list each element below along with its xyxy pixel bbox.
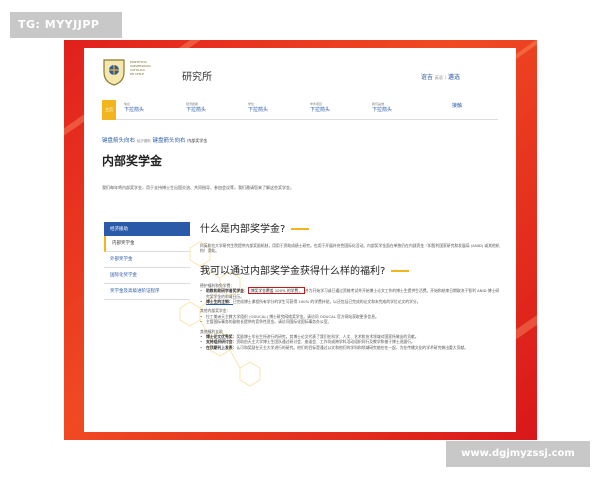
site-title: 研究所: [182, 72, 212, 83]
header-links: 谊吉 英语 / 遴选: [420, 74, 460, 81]
watermark-bottom: www.dgjmyzssj.com: [446, 441, 590, 467]
breadcrumb-link[interactable]: 键盘箭头向右: [102, 138, 135, 144]
section-heading-what: 什么是内部奖学金?: [200, 220, 500, 235]
intro-text: 我们每年将内部奖学金，用于支持博士生出国交流、共同指导、参加会议等。我们邀请您来…: [102, 185, 294, 190]
header-link[interactable]: 谊吉: [421, 74, 433, 81]
paragraph-what: 科英和拉大学研究生院提供内部奖励机制，用用于资助成绩士研究。也用于开展补充性国际…: [200, 243, 500, 254]
benefit-item: 主管国际事务的副校长提供的竞争性资金。请访问国际化国际事务办公室。: [200, 319, 500, 325]
nav-item-degrees[interactable]: 学位 下拉箭头: [248, 102, 268, 113]
breadcrumb-small[interactable]: 经济援助: [137, 139, 151, 143]
breadcrumb-current: 内部奖学金: [187, 138, 208, 143]
sidebar-item-internal[interactable]: 内部奖学金: [104, 236, 190, 252]
nav-item-about[interactable]: 我们是谁 下拉箭头: [372, 102, 392, 113]
sidebar-item-international[interactable]: 国际化奖学金: [104, 268, 190, 284]
sidebar: 经济援助 内部奖学金 外部奖学金 国际化奖学金 奖学金及高级进阶证程序: [104, 222, 190, 300]
nav-item-financial-aid[interactable]: 经济援助 下拉箭头: [186, 102, 206, 113]
breadcrumb-link-2[interactable]: 键盘箭头向右: [153, 138, 186, 144]
site-header: PONTIFICIA UNIVERSIDAD CATÓLICA DE CHILE…: [84, 48, 516, 94]
watermark-top: TG: MYYJJPP: [10, 12, 122, 38]
benefit-item: 博士生的注销：已完成博士课程所有学分的学生可获得 100% 的学费补贴，以还包括…: [200, 299, 500, 306]
nav-home-button[interactable]: 主页: [102, 100, 116, 120]
highlighted-tuition-text: 博奖学金覆盖 100% 的学费，: [247, 287, 306, 295]
nav-item-contact[interactable]: 接触: [452, 102, 462, 109]
sidebar-item-advanced[interactable]: 奖学金及高级进阶证程序: [104, 284, 190, 300]
underlined-label: 博士生的注销：: [206, 299, 233, 306]
language-label[interactable]: 英语: [435, 75, 443, 80]
web-page: PONTIFICIA UNIVERSIDAD CATÓLICA DE CHILE…: [84, 48, 516, 432]
main-content: 什么是内部奖学金? 科英和拉大学研究生院提供内部奖励机制，用用于资助成绩士研究。…: [200, 220, 500, 351]
sidebar-item-external[interactable]: 外部奖学金: [104, 252, 190, 268]
page-title: 内部奖学金: [102, 154, 163, 168]
logo-text: PONTIFICIA UNIVERSIDAD CATÓLICA DE CHILE: [130, 60, 151, 76]
benefit-item: 助教和助研学者奖学金：博奖学金覆盖 100% 的学费，并为开始学习或已通过资格考…: [200, 287, 500, 299]
breadcrumb: 键盘箭头向右 经济援助 键盘箭头向右 内部奖学金: [102, 136, 207, 144]
main-nav: 主页 信息 下拉箭头 经济援助 下拉箭头 学位 下拉箭头 学术项目 下拉箭头 我们是谁下…: [102, 98, 498, 120]
nav-item-info[interactable]: 信息 下拉箭头: [124, 102, 144, 113]
university-crest-icon[interactable]: [102, 58, 126, 86]
nav-item-programs[interactable]: 学术项目 下拉箭头: [310, 102, 330, 113]
benefit-item: 在顶期刊上发表：认可和奖励在天主大学进行的研究。他们的目标是通过公文和他们的学科…: [200, 345, 500, 351]
header-link-2[interactable]: 遴选: [448, 74, 460, 81]
section-heading-benefits: 我可以通过内部奖学金获得什么样的福利?: [200, 262, 500, 277]
sidebar-heading[interactable]: 经济援助: [104, 222, 190, 236]
